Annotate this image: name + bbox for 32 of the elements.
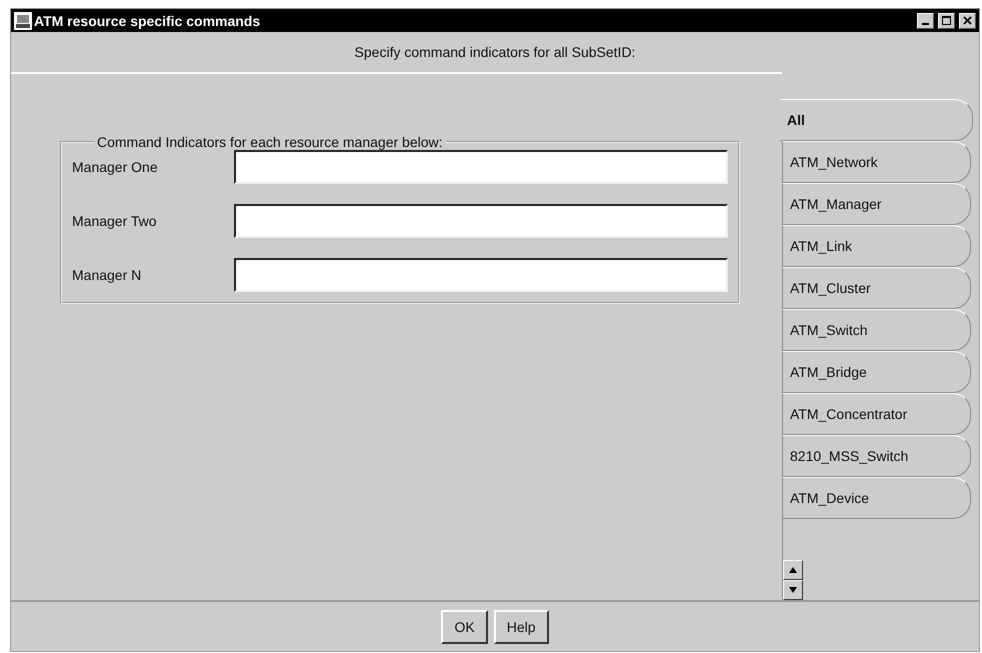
input-field[interactable]: [234, 150, 728, 184]
help-button[interactable]: Help: [494, 610, 549, 644]
input-field[interactable]: [234, 258, 728, 292]
close-icon: [963, 16, 972, 25]
maximize-icon: [942, 16, 951, 25]
tab[interactable]: All: [780, 99, 973, 141]
tab[interactable]: ATM_Manager: [782, 183, 971, 225]
down-arrow-icon: [789, 587, 797, 593]
ok-button[interactable]: OK: [441, 610, 488, 644]
minimize-icon: [922, 23, 929, 25]
minimize-button[interactable]: [917, 12, 934, 28]
tab[interactable]: ATM_Cluster: [782, 267, 971, 309]
maximize-button[interactable]: [938, 12, 955, 28]
tab[interactable]: ATM_Network: [782, 141, 971, 183]
tab[interactable]: ATM_Switch: [782, 309, 971, 351]
prompt-text: Specify command indicators for all SubSetID:: [354, 44, 636, 60]
field-label: Manager Two: [72, 213, 158, 229]
tab[interactable]: 8210_MSS_Switch: [782, 435, 971, 477]
group-title: Command Indicators for each resource manager below:: [96, 134, 444, 150]
field-label: Manager One: [72, 159, 159, 175]
up-arrow-icon: [789, 567, 797, 573]
tab[interactable]: ATM_Device: [782, 477, 971, 519]
input-field[interactable]: [234, 204, 728, 238]
scroll-up-button[interactable]: [783, 560, 803, 580]
tab[interactable]: ATM_Bridge: [782, 351, 971, 393]
window-title: ATM resource specific commands: [34, 12, 262, 28]
close-button[interactable]: [959, 12, 976, 28]
tab[interactable]: ATM_Concentrator: [782, 393, 971, 435]
field-label: Manager N: [72, 267, 142, 283]
scroll-down-button[interactable]: [783, 580, 803, 600]
tab[interactable]: ATM_Link: [782, 225, 971, 267]
app-icon: [14, 12, 32, 30]
